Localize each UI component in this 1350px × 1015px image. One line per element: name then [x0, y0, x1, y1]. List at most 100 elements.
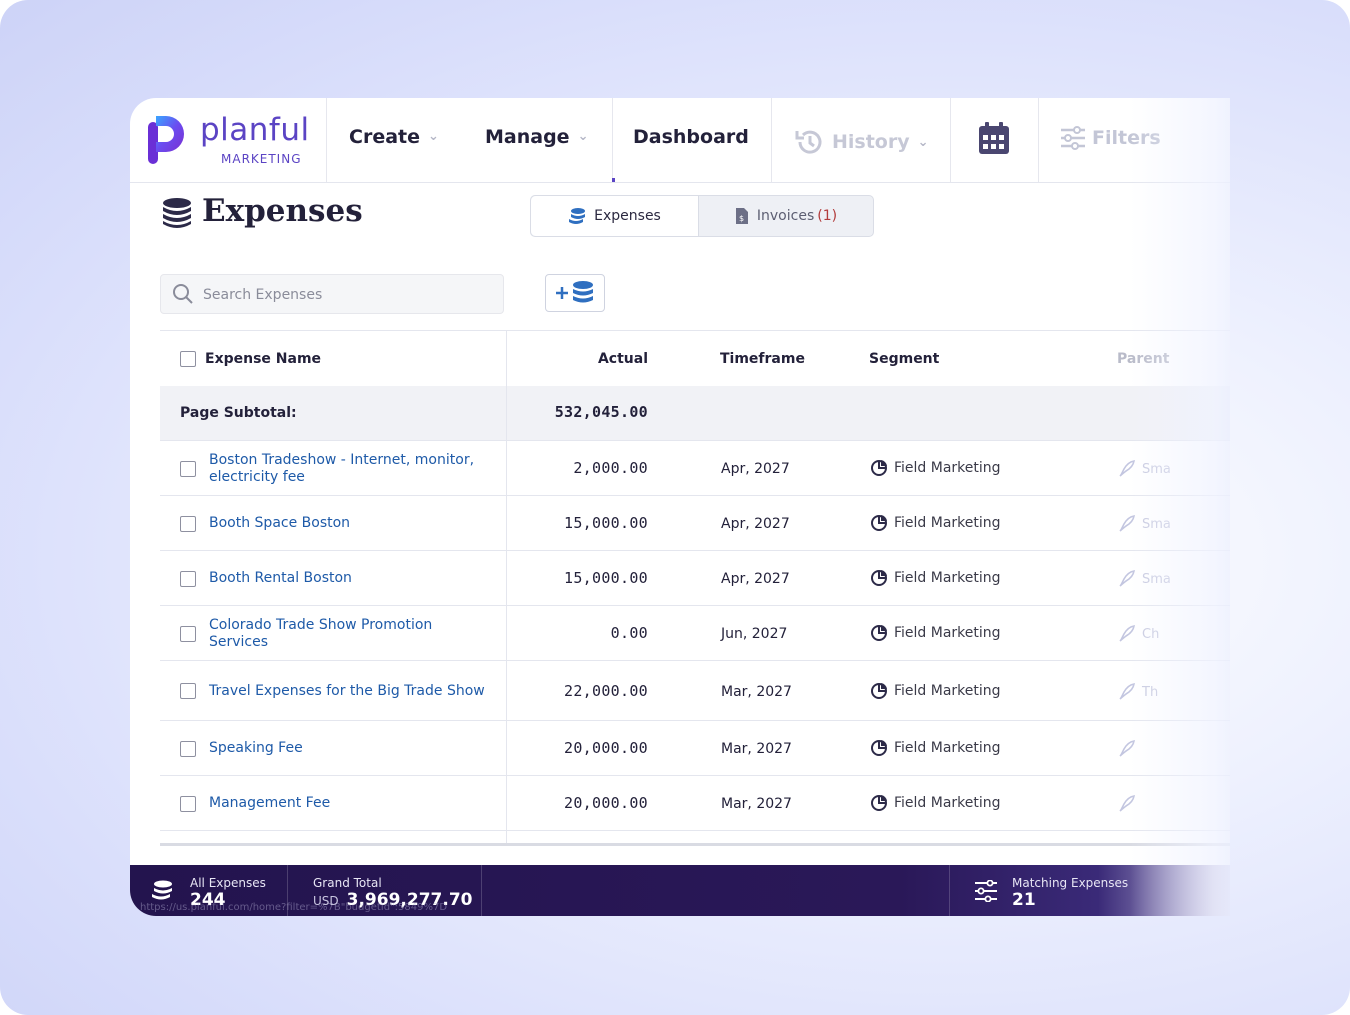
row-checkbox[interactable] [180, 626, 196, 642]
expense-name-link[interactable]: Booth Space Boston [209, 515, 494, 532]
nav-manage-label: Manage [485, 126, 570, 148]
expense-segment-label: Field Marketing [894, 460, 1001, 476]
logo-wordmark: planful [200, 112, 310, 148]
expense-segment[interactable]: Field Marketing [870, 459, 1001, 477]
footer-divider [949, 865, 950, 916]
table-row[interactable]: Boston Tradeshow - Internet, monitor, el… [160, 441, 1230, 496]
expense-name-link[interactable]: Booth Rental Boston [209, 570, 494, 587]
nav-history-label: History [832, 131, 910, 153]
expense-parent[interactable]: Th [1118, 683, 1158, 701]
column-header-segment[interactable]: Segment [869, 351, 939, 367]
expense-timeframe: Apr, 2027 [721, 461, 790, 477]
row-checkbox[interactable] [180, 796, 196, 812]
expense-segment[interactable]: Field Marketing [870, 794, 1001, 812]
invoice-icon: $ [735, 208, 748, 224]
chevron-down-icon: ⌄ [428, 129, 439, 144]
page-subtotal-row: Page Subtotal: 532,045.00 [160, 386, 1230, 441]
table-row[interactable]: Travel Expenses for the Big Trade Show 2… [160, 661, 1230, 721]
logo-subtitle: MARKETING [221, 152, 302, 166]
expense-actual: 20,000.00 [564, 739, 648, 757]
expense-parent[interactable] [1118, 740, 1142, 758]
segment-pie-icon [871, 460, 887, 476]
expense-parent-label: Sma [1142, 461, 1171, 477]
expense-parent[interactable]: Sma [1118, 570, 1171, 588]
subtotal-label: Page Subtotal: [180, 405, 297, 421]
coins-icon [163, 198, 191, 228]
row-checkbox[interactable] [180, 516, 196, 532]
expense-name-link[interactable]: Travel Expenses for the Big Trade Show [209, 683, 494, 700]
horizontal-scrollbar[interactable] [160, 843, 1230, 846]
table-row[interactable]: Booth Space Boston 15,000.00 Apr, 2027 F… [160, 496, 1230, 551]
expense-parent[interactable]: Sma [1118, 515, 1171, 533]
tab-invoices[interactable]: $ Invoices (1) [699, 196, 873, 236]
expense-actual: 22,000.00 [564, 682, 648, 700]
nav-filters[interactable]: Filters [1060, 126, 1161, 150]
search-input[interactable] [201, 275, 495, 315]
row-checkbox[interactable] [180, 741, 196, 757]
column-header-timeframe[interactable]: Timeframe [720, 351, 805, 367]
grand-total-label: Grand Total [313, 876, 382, 890]
summary-footer: All Expenses 244 Grand Total USD 3,969,27… [130, 865, 1230, 916]
expense-name-link[interactable]: Boston Tradeshow - Internet, monitor, el… [209, 452, 494, 486]
expense-parent[interactable]: Sma [1118, 460, 1171, 478]
row-checkbox[interactable] [180, 571, 196, 587]
expense-name-link[interactable]: Colorado Trade Show Promotion Services [209, 617, 494, 651]
table-row[interactable]: Speaking Fee 20,000.00 Mar, 2027 Field M… [160, 721, 1230, 776]
table-row[interactable]: Colorado Trade Show Promotion Services 0… [160, 606, 1230, 661]
nav-divider [771, 98, 772, 182]
table-row[interactable]: Management Fee 20,000.00 Mar, 2027 Field… [160, 776, 1230, 831]
expense-parent[interactable] [1118, 795, 1142, 813]
expense-segment[interactable]: Field Marketing [870, 624, 1001, 642]
nav-dashboard-label: Dashboard [633, 126, 749, 148]
view-tabs: Expenses $ Invoices (1) [530, 195, 874, 237]
search-icon [173, 284, 193, 304]
row-checkbox[interactable] [180, 461, 196, 477]
expense-segment[interactable]: Field Marketing [870, 682, 1001, 700]
add-expense-button[interactable] [545, 274, 605, 312]
rocket-icon [1119, 795, 1135, 812]
expense-parent-label: Sma [1142, 516, 1171, 532]
expense-parent-label: Sma [1142, 571, 1171, 587]
expense-parent[interactable]: Ch [1118, 625, 1159, 643]
expense-parent-label: Th [1142, 684, 1159, 700]
matching-expenses-value: 21 [1012, 890, 1036, 910]
column-divider [506, 330, 507, 845]
nav-history[interactable]: History ⌄ [794, 126, 929, 158]
table-header-row: Expense Name Actual Timeframe Segment Pa… [160, 330, 1230, 388]
select-all-checkbox[interactable] [180, 351, 196, 367]
app-window: planful MARKETING Create ⌄ Manage ⌄ Dashbo… [130, 98, 1230, 916]
segment-pie-icon [871, 515, 887, 531]
footer-divider [481, 865, 482, 916]
rocket-icon [1119, 740, 1135, 757]
table-row[interactable]: Booth Rental Boston 15,000.00 Apr, 2027 … [160, 551, 1230, 606]
expense-segment[interactable]: Field Marketing [870, 569, 1001, 587]
nav-create[interactable]: Create ⌄ [349, 126, 439, 148]
segment-pie-icon [871, 795, 887, 811]
invoices-count-badge: (1) [817, 208, 838, 224]
expense-segment[interactable]: Field Marketing [870, 514, 1001, 532]
expense-name-link[interactable]: Management Fee [209, 795, 494, 812]
chevron-down-icon: ⌄ [917, 134, 929, 150]
column-header-actual[interactable]: Actual [506, 351, 648, 367]
top-nav: planful MARKETING Create ⌄ Manage ⌄ Dashbo… [130, 98, 1230, 183]
nav-manage[interactable]: Manage ⌄ [485, 126, 588, 148]
expense-timeframe: Mar, 2027 [721, 741, 792, 757]
row-checkbox[interactable] [180, 683, 196, 699]
column-header-expense-name[interactable]: Expense Name [205, 351, 321, 367]
chevron-down-icon: ⌄ [577, 129, 589, 144]
filter-icon[interactable] [974, 880, 998, 902]
expense-segment[interactable]: Field Marketing [870, 739, 1001, 757]
svg-text:$: $ [739, 214, 744, 223]
expense-actual: 20,000.00 [564, 794, 648, 812]
nav-dashboard[interactable]: Dashboard [633, 126, 749, 148]
tab-expenses[interactable]: Expenses [531, 196, 699, 236]
planful-logo-mark-icon [148, 116, 184, 164]
expense-name-link[interactable]: Speaking Fee [209, 740, 494, 757]
expense-timeframe: Jun, 2027 [721, 626, 788, 642]
matching-expenses-label: Matching Expenses [1012, 876, 1129, 890]
segment-pie-icon [871, 740, 887, 756]
planful-logo[interactable]: planful MARKETING [146, 112, 326, 168]
calendar-icon[interactable] [978, 121, 1010, 155]
column-header-parent[interactable]: Parent [1117, 351, 1169, 367]
expense-segment-label: Field Marketing [894, 740, 1001, 756]
